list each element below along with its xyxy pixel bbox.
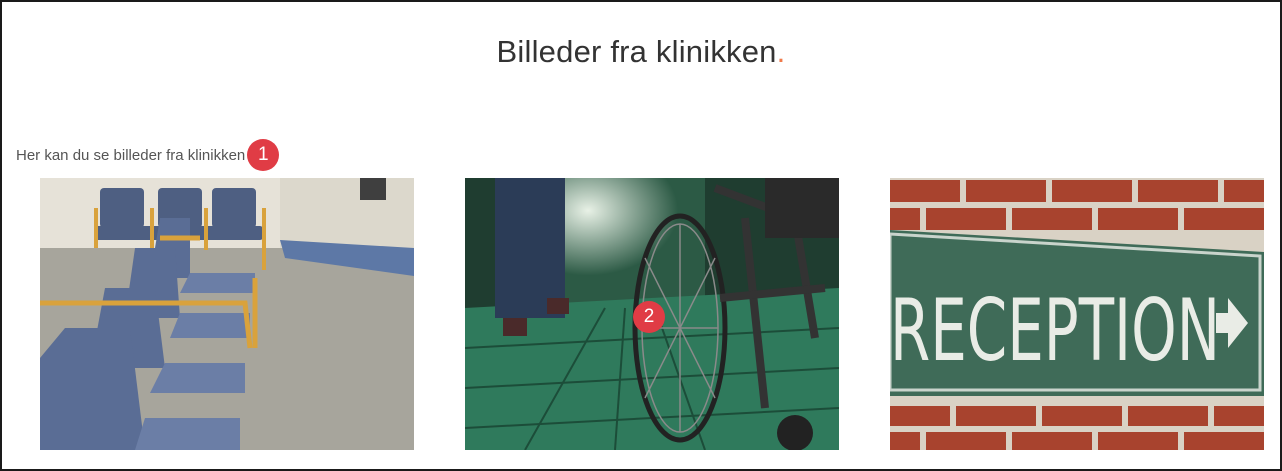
title-accent-dot: . (776, 34, 786, 69)
page-frame: Billeder fra klinikken. Her kan du se bi… (0, 0, 1282, 471)
annotation-badge-2: 2 (633, 301, 665, 333)
reception-sign-text: RECEPTION (890, 281, 1220, 381)
gallery-image-reception[interactable]: RECEPTION (890, 178, 1264, 450)
page-title: Billeder fra klinikken. (2, 34, 1280, 70)
page-title-text: Billeder fra klinikken (496, 34, 777, 69)
waiting-room-illustration (40, 178, 414, 450)
annotation-badge-1: 1 (247, 139, 280, 171)
intro-text-row: Her kan du se billeder fra klinikken 1 (16, 139, 280, 171)
reception-sign-illustration: RECEPTION (890, 178, 1264, 450)
intro-text: Her kan du se billeder fra klinikken (16, 146, 246, 164)
gallery-image-waiting-room[interactable] (40, 178, 414, 450)
